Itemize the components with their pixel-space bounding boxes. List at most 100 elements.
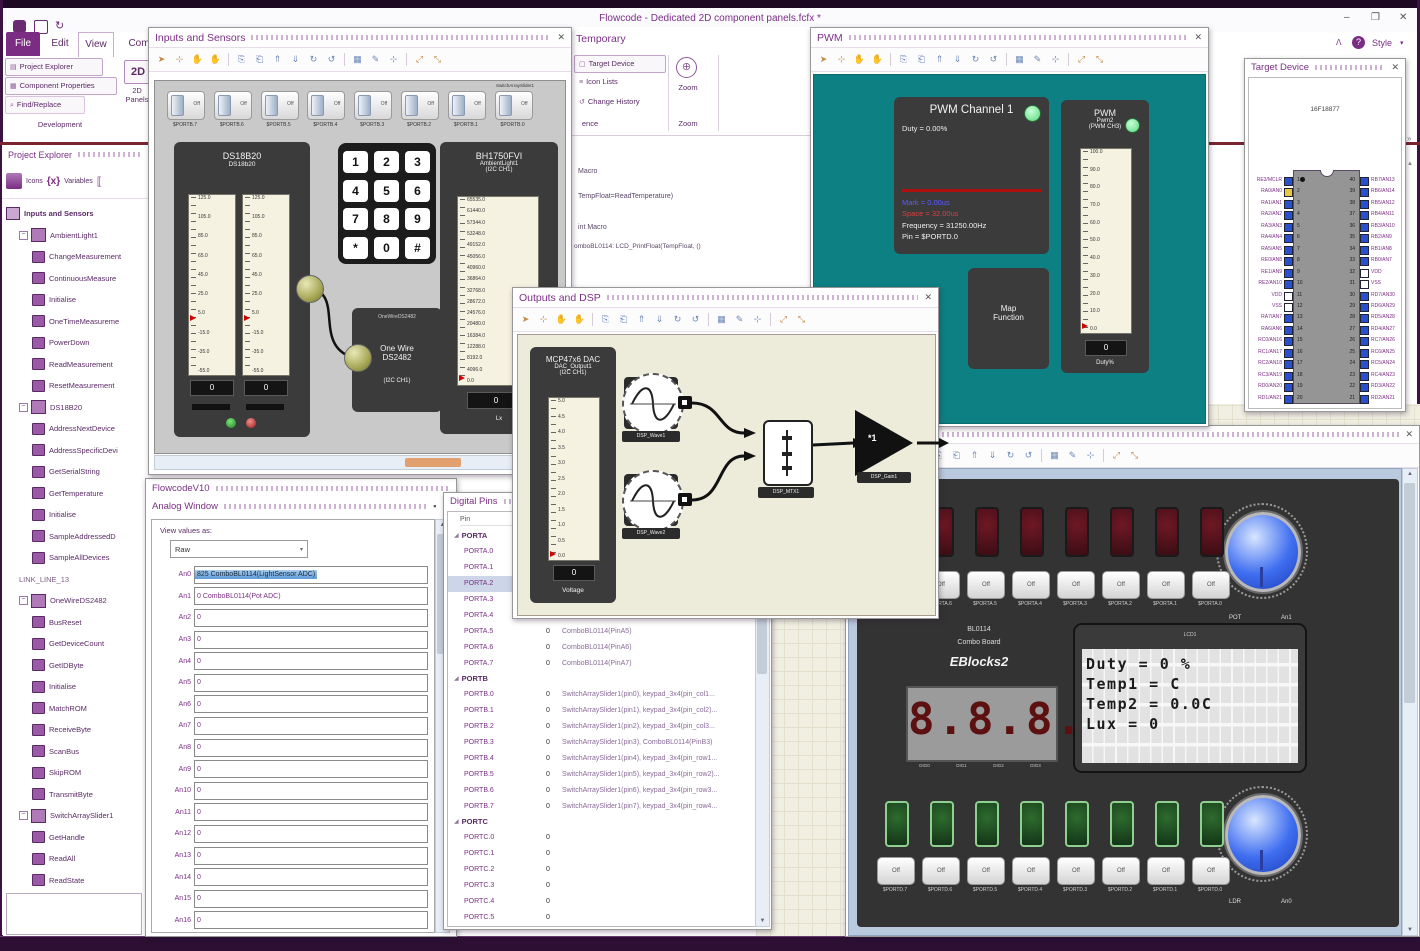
digital-pin-row[interactable]: PORTB.0 0 SwitchArraySlider1(pin0), keypad… — [448, 687, 756, 703]
raise-icon[interactable]: ⇑ — [967, 448, 982, 463]
analog-value-field[interactable]: 0 — [194, 911, 428, 930]
port-switch[interactable]: Off — [447, 91, 486, 120]
align-icon[interactable]: ▦ — [350, 52, 365, 67]
shrink-icon[interactable]: ⤡ — [430, 52, 445, 67]
copy-icon[interactable]: ⎘ — [896, 52, 911, 67]
dsp-gain[interactable] — [855, 410, 913, 476]
analog-value-field[interactable]: 0 — [194, 652, 428, 671]
digital-pin-row[interactable]: PORTC.5 0 — [448, 909, 756, 925]
toggle-target-device[interactable]: ▢ Target Device — [574, 55, 666, 73]
wire-connector[interactable] — [296, 275, 324, 303]
cursor-add-icon[interactable]: ⊹ — [834, 52, 849, 67]
pan-icon[interactable]: ✋ — [554, 312, 569, 327]
copy-icon[interactable]: ⎘ — [234, 52, 249, 67]
map-function-block[interactable]: Map Function — [968, 268, 1049, 369]
switch-handle[interactable] — [498, 95, 512, 116]
tree-item[interactable]: – AmbientLight1 — [2, 225, 148, 247]
tree-item[interactable]: AddressSpecificDevi — [2, 440, 148, 462]
snap-icon[interactable]: ⊹ — [386, 52, 401, 67]
digital-pin-row[interactable]: PORTB.5 0 SwitchArraySlider1(pin5), keypad… — [448, 766, 756, 782]
pan-icon[interactable]: ✋ — [190, 52, 205, 67]
snap-icon[interactable]: ⊹ — [1048, 52, 1063, 67]
tree-item[interactable]: ResetMeasurement — [2, 375, 148, 397]
dsp-mixer[interactable] — [763, 420, 813, 486]
pin-icon[interactable]: ▪ — [433, 502, 436, 511]
port-switch[interactable]: Off — [213, 91, 252, 120]
drag-dots[interactable] — [1315, 64, 1386, 70]
ldr-knob[interactable] — [1216, 786, 1308, 882]
style-button[interactable]: Style — [1372, 38, 1392, 48]
tree-item[interactable]: PowerDown — [2, 332, 148, 354]
icons-view-icon[interactable] — [6, 173, 22, 189]
expander-icon[interactable]: ◢ — [454, 675, 459, 682]
pwm-meter-block[interactable]: PWM Pwm2 (PWM CH3) 100.0 90.0 80.0 70.0 60.0… — [1061, 100, 1149, 373]
analog-value-field[interactable]: 0 — [194, 781, 428, 800]
align-icon[interactable]: ▦ — [1012, 52, 1027, 67]
tree-item[interactable]: Inputs and Sensors — [2, 203, 148, 225]
tree-item[interactable]: ReadMeasurement — [2, 354, 148, 376]
scroll-up-icon[interactable]: ▲ — [1407, 161, 1413, 167]
digital-pin-row[interactable]: PORTB.3 0 SwitchArraySlider1(pin3), ComboB… — [448, 735, 756, 751]
tree-item[interactable]: ReadAll — [2, 848, 148, 870]
portd-button[interactable]: Off — [877, 857, 915, 885]
digital-pin-row[interactable]: PORTC.4 0 — [448, 893, 756, 909]
dsp-wave1[interactable] — [622, 373, 684, 435]
pan-add-icon[interactable]: ✋ — [572, 312, 587, 327]
analog-value-field[interactable]: 0 — [194, 824, 428, 843]
tree-item[interactable]: GetIDByte — [2, 655, 148, 677]
pwm-channel-block[interactable]: PWM Channel 1 Duty = 0.00% Mark = 0.00us… — [894, 97, 1049, 254]
lower-icon[interactable]: ⇓ — [985, 448, 1000, 463]
cursor-icon[interactable]: ➤ — [816, 52, 831, 67]
help-icon[interactable]: ? — [1352, 36, 1365, 49]
analog-value-field[interactable]: 0 — [194, 738, 428, 757]
port-switch[interactable]: Off — [354, 91, 393, 120]
digital-pin-row[interactable]: PORTB.6 0 SwitchArraySlider1(pin6), keypad… — [448, 782, 756, 798]
tree-item[interactable]: ReadState — [2, 870, 148, 892]
cursor-icon[interactable]: ➤ — [518, 312, 533, 327]
analog-value-field[interactable]: 0 — [194, 695, 428, 714]
expander-icon[interactable]: – — [19, 402, 28, 412]
drag-dots[interactable] — [251, 35, 552, 40]
minimize-button[interactable]: – — [1344, 12, 1350, 23]
pan-icon[interactable]: ✋ — [852, 52, 867, 67]
paste-icon[interactable]: ⎗ — [252, 52, 267, 67]
edit-icon[interactable]: ✎ — [1030, 52, 1045, 67]
close-icon[interactable]: ✕ — [1405, 430, 1413, 439]
port-switch[interactable]: Off — [307, 91, 346, 120]
paste-icon[interactable]: ⎗ — [914, 52, 929, 67]
cursor-add-icon[interactable]: ⊹ — [536, 312, 551, 327]
digital-pin-row[interactable]: ◢ PORTC — [448, 814, 756, 830]
port-switch[interactable]: Off — [167, 91, 205, 120]
expander-icon[interactable]: – — [19, 230, 28, 240]
analog-value-field[interactable]: 0 — [194, 868, 428, 887]
analog-value-field[interactable]: 0 — [194, 803, 428, 822]
dsp-wave2[interactable] — [622, 470, 684, 532]
digital-pin-row[interactable]: PORTA.5 0 ComboBL0114(PinA5) — [448, 623, 756, 639]
drag-dots[interactable] — [215, 486, 450, 491]
switch-handle[interactable] — [451, 95, 465, 116]
tree-item[interactable]: – OneWireDS2482 — [2, 590, 148, 612]
tree-item[interactable]: ContinuousMeasure — [2, 268, 148, 290]
tree-item[interactable]: GetDeviceCount — [2, 633, 148, 655]
scroll-down-icon[interactable]: ▼ — [1403, 927, 1417, 933]
pot-knob[interactable] — [1216, 503, 1308, 599]
shrink-icon[interactable]: ⤡ — [1127, 448, 1142, 463]
cursor-add-icon[interactable]: ⊹ — [172, 52, 187, 67]
tree-item[interactable]: GetTemperature — [2, 483, 148, 505]
digital-pin-row[interactable]: PORTC.2 0 — [448, 862, 756, 878]
portd-button[interactable]: Off — [1057, 857, 1095, 885]
analog-value-field[interactable]: 0 — [194, 716, 428, 735]
portd-button[interactable]: Off — [922, 857, 960, 885]
close-icon[interactable]: ✕ — [1391, 62, 1399, 72]
switch-handle[interactable] — [358, 95, 372, 116]
porta-button[interactable]: Off — [1102, 571, 1140, 599]
close-icon[interactable]: ✕ — [1194, 33, 1202, 42]
tree-item[interactable]: OneTimeMeasureme — [2, 311, 148, 333]
tree-item[interactable]: ReceiveByte — [2, 719, 148, 741]
tree-item[interactable]: – SwitchArraySlider1 — [2, 805, 148, 827]
tree-item[interactable]: SampleAllDevices — [2, 547, 148, 569]
digital-pin-row[interactable]: PORTB.2 0 SwitchArraySlider1(pin2), keypad… — [448, 719, 756, 735]
scrollbar-thumb[interactable] — [405, 457, 461, 467]
tab-file[interactable]: File — [6, 32, 40, 56]
snap-icon[interactable]: ⊹ — [750, 312, 765, 327]
